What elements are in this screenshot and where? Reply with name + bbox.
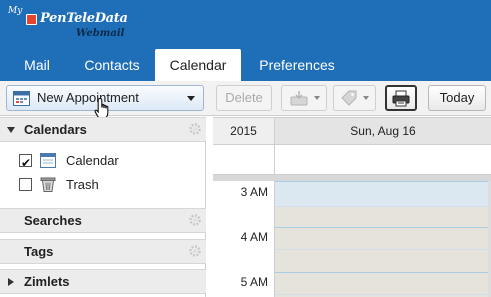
calendars-header[interactable]: Calendars [0,117,206,142]
hour-line [275,181,491,182]
all-day-gutter [213,145,275,175]
trash-icon [40,177,56,192]
sidebar: Calendars ✔ Calendar Trash Searches Tags… [0,117,206,297]
chevron-down-icon [363,96,369,100]
zimlets-header-label: Zimlets [24,274,70,289]
day-time-grid[interactable] [275,181,491,297]
app-header: My PenTeleData Webmail [0,0,491,49]
collapse-icon[interactable] [7,127,15,133]
tab-contacts[interactable]: Contacts [72,49,152,81]
folder-trash[interactable]: Trash [0,174,206,196]
gear-icon[interactable] [188,213,202,227]
expand-icon[interactable] [8,278,14,286]
hour-label: 5 AM [240,275,268,289]
logo[interactable]: My PenTeleData Webmail [6,6,131,44]
printer-icon [392,90,410,107]
calendar-checkbox[interactable]: ✔ [19,154,32,170]
tab-preferences[interactable]: Preferences [248,49,346,81]
chevron-down-icon[interactable] [187,96,195,101]
logo-brand: PenTeleData [40,11,128,26]
today-button[interactable]: Today [428,85,486,111]
app-tab-bar: Mail Contacts Calendar Preferences [0,49,491,81]
folder-label: Calendar [66,153,119,168]
delete-button[interactable]: Delete [216,85,272,111]
folder-calendar[interactable]: ✔ Calendar [0,150,206,172]
calendar-header: 2015 Sun, Aug 16 [213,117,491,145]
calendar-folder-icon [40,153,56,168]
time-gutter: 3 AM 4 AM 5 AM [213,181,275,297]
toolbar: New Appointment Delete Today [0,81,491,116]
chevron-down-icon [314,96,320,100]
tag-button[interactable] [333,85,376,111]
hour-line [275,227,491,228]
folder-label: Trash [66,177,99,192]
logo-suffix: Webmail [76,28,125,39]
half-hour-line [275,249,491,250]
calendar-view: 2015 Sun, Aug 16 3 AM 4 AM 5 AM [213,117,491,297]
gear-icon[interactable] [188,244,202,258]
zimlets-header[interactable]: Zimlets [0,269,206,294]
logo-prefix: My [8,6,23,16]
calendars-header-label: Calendars [24,122,87,137]
half-hour-line [275,294,491,295]
hour-label: 4 AM [240,230,268,244]
tab-calendar[interactable]: Calendar [155,49,241,81]
trash-checkbox[interactable] [19,178,32,191]
calendar-icon [13,91,30,106]
hour-line [275,272,491,273]
tag-icon [341,90,357,106]
move-button[interactable] [281,85,327,111]
half-hour-line [275,206,491,207]
time-slot[interactable] [275,181,491,206]
year-label: 2015 [213,118,275,144]
logo-mark-icon [26,14,37,25]
tags-header-label: Tags [24,244,54,259]
print-button[interactable] [385,85,417,111]
move-icon [290,91,308,106]
new-appointment-label: New Appointment [37,90,139,105]
tab-mail[interactable]: Mail [8,49,66,81]
hour-grid: 3 AM 4 AM 5 AM [213,181,491,297]
searches-header-label: Searches [24,213,82,228]
checkmark-icon: ✔ [21,156,32,170]
day-column-header[interactable]: Sun, Aug 16 [275,118,491,144]
gear-icon[interactable] [188,122,202,136]
all-day-row[interactable] [213,145,491,175]
hour-label: 3 AM [240,185,268,199]
tags-header[interactable]: Tags [0,239,206,264]
searches-header[interactable]: Searches [0,208,206,233]
